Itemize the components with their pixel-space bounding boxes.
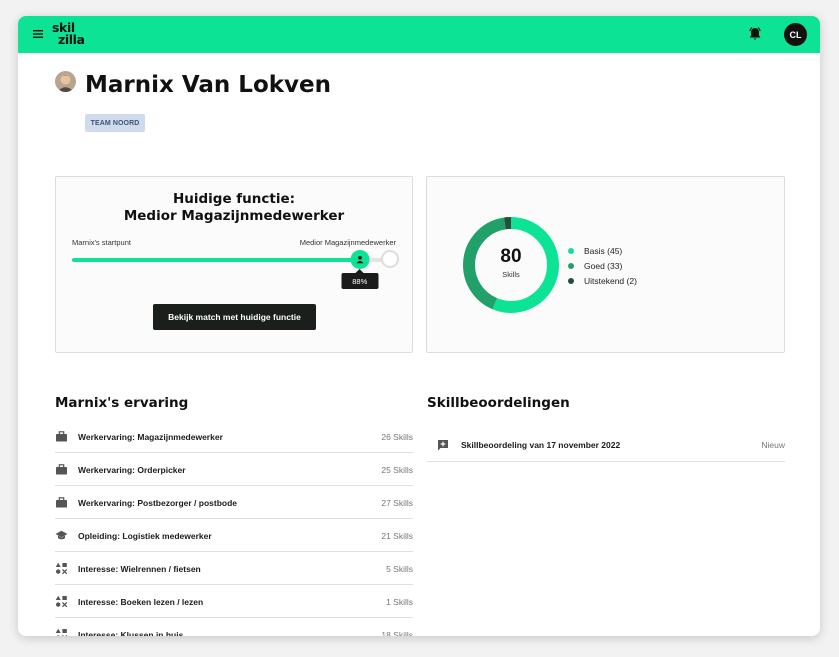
progress-position-marker <box>350 250 370 269</box>
review-status: Nieuw <box>761 440 785 450</box>
review-row[interactable]: Skillbeoordeling van 17 november 2022 Ni… <box>427 428 785 462</box>
team-badge: TEAM NOORD <box>85 114 145 132</box>
graduation-cap-icon <box>55 530 68 540</box>
experience-label: Werkervaring: Orderpicker <box>78 465 186 475</box>
notification-bell-icon[interactable] <box>748 26 762 42</box>
current-function-title: Huidige functie: Medior Magazijnmedewerk… <box>56 191 412 225</box>
experience-skill-count: 27 Skills <box>381 498 413 508</box>
legend-dot <box>568 247 574 254</box>
legend-item: Uitstekend (2) <box>568 273 637 288</box>
experience-label: Opleiding: Logistiek medewerker <box>78 531 212 541</box>
interests-icon <box>55 628 68 636</box>
experience-label: Interesse: Klussen in huis <box>78 630 184 636</box>
skills-total: 80 <box>500 246 522 267</box>
experience-section-title: Marnix's ervaring <box>55 395 189 411</box>
profile-photo <box>55 71 76 92</box>
legend-label: Goed (33) <box>584 260 623 271</box>
experience-skill-count: 5 Skills <box>386 564 413 574</box>
reviews-section-title: Skillbeoordelingen <box>427 395 570 411</box>
experience-skill-count: 21 Skills <box>381 531 413 541</box>
skills-summary-card: 80 Skills Basis (45) Goed (33) Uitstekend … <box>426 176 785 353</box>
app-window: skil zilla CL Marnix Van Lokven TEAM NOO… <box>18 16 820 636</box>
experience-skill-count: 26 Skills <box>381 432 413 442</box>
current-function-heading: Huidige functie: <box>172 191 296 207</box>
top-bar: skil zilla CL <box>18 16 820 53</box>
interests-icon <box>55 595 68 608</box>
review-label: Skillbeoordeling van 17 november 2022 <box>461 440 621 450</box>
experience-label: Werkervaring: Magazijnmedewerker <box>78 432 223 442</box>
experience-row[interactable]: Interesse: Wielrennen / fietsen 5 Skills <box>55 552 413 585</box>
progress-end-label: Medior Magazijnmedewerker <box>299 238 396 247</box>
experience-label: Interesse: Wielrennen / fietsen <box>78 564 201 574</box>
logo-text-bottom: zilla <box>58 32 85 47</box>
skills-legend: Basis (45) Goed (33) Uitstekend (2) <box>568 243 637 288</box>
experience-row[interactable]: Opleiding: Logistiek medewerker 21 Skills <box>55 519 413 552</box>
experience-row[interactable]: Werkervaring: Orderpicker 25 Skills <box>55 453 413 486</box>
experience-skill-count: 1 Skills <box>386 597 413 607</box>
legend-label: Uitstekend (2) <box>584 275 637 286</box>
experience-label: Interesse: Boeken lezen / lezen <box>78 597 204 607</box>
legend-dot <box>568 262 574 269</box>
progress-start-label: Marnix's startpunt <box>72 238 131 247</box>
user-avatar-button[interactable]: CL <box>784 23 807 46</box>
view-match-button[interactable]: Bekijk match met huidige functie <box>153 304 316 330</box>
current-function-card: Huidige functie: Medior Magazijnmedewerk… <box>55 176 413 353</box>
experience-row[interactable]: Interesse: Boeken lezen / lezen 1 Skills <box>55 585 413 618</box>
interests-icon <box>55 562 68 575</box>
experience-row[interactable]: Interesse: Klussen in huis 18 Skills <box>55 618 413 636</box>
progress-target-marker <box>381 250 399 268</box>
legend-item: Basis (45) <box>568 243 637 258</box>
progress-fill <box>72 258 360 262</box>
experience-row[interactable]: Werkervaring: Magazijnmedewerker 26 Skill… <box>55 420 413 453</box>
experience-skill-count: 18 Skills <box>381 630 413 636</box>
legend-item: Goed (33) <box>568 258 637 273</box>
skills-total-label: Skills <box>502 270 520 279</box>
experience-skill-count: 25 Skills <box>381 465 413 475</box>
menu-icon[interactable] <box>32 28 44 40</box>
skillzilla-logo[interactable]: skil zilla <box>52 20 92 50</box>
experience-list: Werkervaring: Magazijnmedewerker 26 Skill… <box>55 420 413 636</box>
experience-label: Werkervaring: Postbezorger / postbode <box>78 498 238 508</box>
page-title: Marnix Van Lokven <box>85 72 332 98</box>
review-add-icon <box>438 440 448 451</box>
person-icon <box>356 256 364 264</box>
briefcase-icon <box>56 431 67 442</box>
briefcase-icon <box>56 497 67 508</box>
briefcase-icon <box>56 464 67 475</box>
legend-dot <box>568 277 574 284</box>
legend-label: Basis (45) <box>584 245 623 256</box>
match-percent-tooltip: 88% <box>341 269 379 289</box>
experience-row[interactable]: Werkervaring: Postbezorger / postbode 27 … <box>55 486 413 519</box>
current-function-name: Medior Magazijnmedewerker <box>123 208 345 224</box>
